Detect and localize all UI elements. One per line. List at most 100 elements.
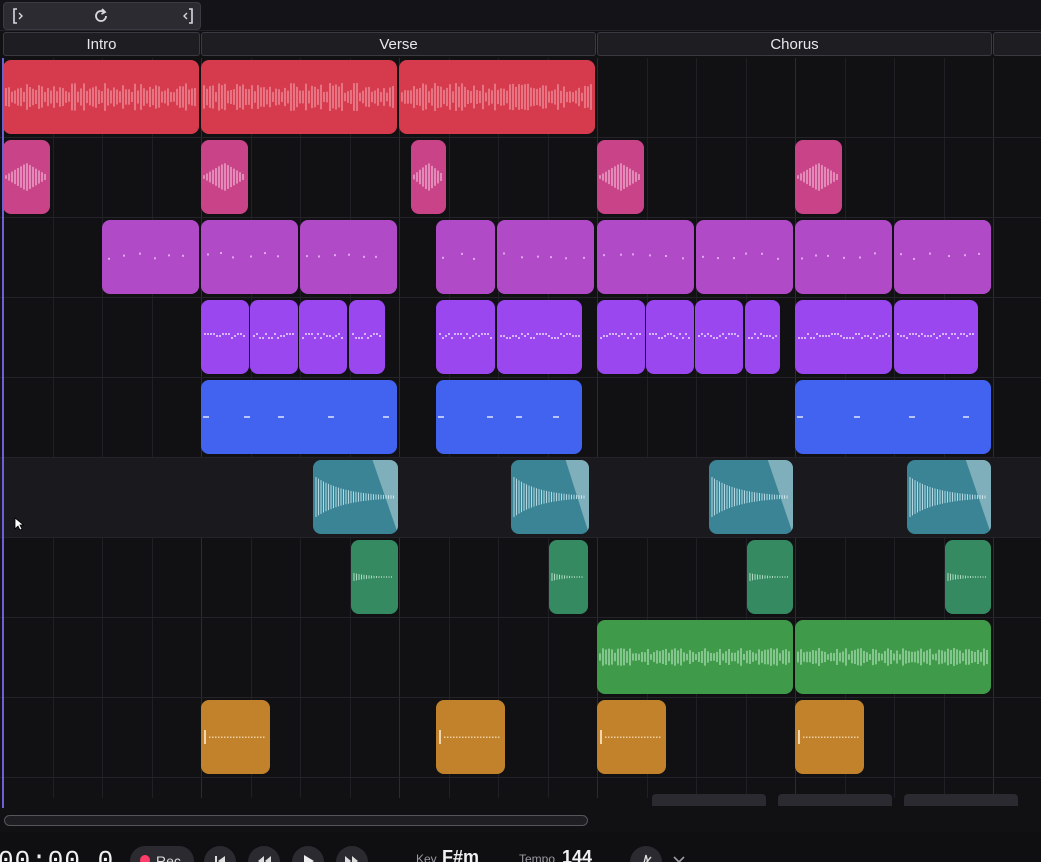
track-2-clip[interactable]	[597, 140, 644, 214]
daw-arrangement-view: Intro Verse Chorus 00:00.0 Rec Key F#m T…	[0, 0, 1041, 862]
lane-tab[interactable]	[652, 794, 766, 806]
track-5-clip[interactable]	[795, 380, 991, 454]
lane-tab[interactable]	[904, 794, 1018, 806]
lane-tab[interactable]	[778, 794, 892, 806]
track-4-clip[interactable]	[646, 300, 694, 374]
track-4-clip[interactable]	[497, 300, 582, 374]
track-5-clip[interactable]	[201, 380, 397, 454]
track-1-clip[interactable]	[201, 60, 397, 134]
track-lane[interactable]	[0, 698, 1041, 778]
track-9-clip[interactable]	[795, 700, 864, 774]
section-next[interactable]	[993, 32, 1041, 56]
record-button[interactable]: Rec	[130, 846, 194, 862]
track-2-clip[interactable]	[795, 140, 842, 214]
track-7-clip[interactable]	[549, 540, 588, 614]
waveform	[909, 460, 991, 534]
waveform	[599, 648, 790, 666]
track-2-clip[interactable]	[3, 140, 50, 214]
playhead[interactable]	[2, 58, 4, 808]
waveform	[438, 416, 559, 418]
waveform	[439, 730, 500, 744]
rewind-icon	[256, 854, 272, 862]
track-4-clip[interactable]	[894, 300, 978, 374]
track-7-clip[interactable]	[747, 540, 793, 614]
time-display: 00:00.0	[0, 846, 115, 862]
waveform	[253, 333, 294, 339]
waveform	[203, 83, 394, 111]
waveform	[503, 252, 585, 260]
loop-start-bracket-icon[interactable]	[10, 7, 28, 25]
track-9-clip[interactable]	[597, 700, 666, 774]
track-6-clip[interactable]	[511, 460, 589, 534]
track-6-clip[interactable]	[313, 460, 398, 534]
loop-bar[interactable]	[0, 0, 1041, 31]
waveform	[439, 333, 492, 339]
waveform	[207, 252, 279, 259]
waveform	[797, 163, 838, 191]
track-lanes[interactable]	[0, 58, 1041, 808]
waveform	[551, 573, 583, 581]
waveform	[442, 252, 475, 260]
track-2-clip[interactable]	[201, 140, 248, 214]
track-3-clip[interactable]	[300, 220, 397, 294]
waveform	[413, 163, 442, 191]
track-4-clip[interactable]	[349, 300, 385, 374]
track-3-clip[interactable]	[201, 220, 298, 294]
track-9-clip[interactable]	[436, 700, 505, 774]
track-1-clip[interactable]	[3, 60, 199, 134]
track-3-clip[interactable]	[894, 220, 991, 294]
track-8-clip[interactable]	[597, 620, 793, 694]
track-lane[interactable]	[0, 538, 1041, 618]
track-4-clip[interactable]	[299, 300, 347, 374]
track-3-clip[interactable]	[102, 220, 199, 294]
horizontal-scrollbar[interactable]	[4, 815, 588, 826]
waveform	[513, 460, 589, 534]
waveform	[401, 83, 592, 111]
track-3-clip[interactable]	[497, 220, 594, 294]
key-value[interactable]: F#m	[442, 847, 479, 862]
track-3-clip[interactable]	[696, 220, 793, 294]
track-5-clip[interactable]	[436, 380, 582, 454]
track-4-clip[interactable]	[795, 300, 892, 374]
track-lane[interactable]	[0, 138, 1041, 218]
section-intro[interactable]: Intro	[3, 32, 200, 56]
waveform	[302, 333, 343, 339]
waveform	[748, 333, 777, 339]
key-label: Key	[416, 852, 437, 862]
track-3-clip[interactable]	[436, 220, 495, 294]
section-verse[interactable]: Verse	[201, 32, 596, 56]
track-4-clip[interactable]	[201, 300, 249, 374]
track-4-clip[interactable]	[597, 300, 645, 374]
loop-end-bracket-icon[interactable]	[178, 7, 196, 25]
track-4-clip[interactable]	[695, 300, 743, 374]
track-4-clip[interactable]	[436, 300, 495, 374]
waveform	[900, 252, 980, 260]
track-9-clip[interactable]	[201, 700, 270, 774]
track-7-clip[interactable]	[351, 540, 398, 614]
chevron-down-icon[interactable]	[672, 852, 686, 862]
waveform	[711, 460, 793, 534]
waveform	[500, 333, 580, 339]
track-8-clip[interactable]	[795, 620, 991, 694]
track-7-clip[interactable]	[945, 540, 991, 614]
record-dot-icon	[140, 855, 150, 862]
track-1-clip[interactable]	[399, 60, 595, 134]
track-4-clip[interactable]	[745, 300, 780, 374]
waveform	[600, 730, 661, 744]
loop-toggle-icon[interactable]	[92, 7, 110, 25]
track-4-clip[interactable]	[250, 300, 298, 374]
track-6-clip[interactable]	[709, 460, 793, 534]
section-chorus[interactable]: Chorus	[597, 32, 992, 56]
track-6-clip[interactable]	[907, 460, 991, 534]
waveform	[801, 252, 876, 260]
waveform	[5, 83, 196, 111]
play-icon	[301, 854, 315, 862]
waveform	[5, 163, 46, 191]
track-2-clip[interactable]	[411, 140, 446, 214]
waveform	[947, 573, 986, 581]
tempo-value[interactable]: 144	[562, 847, 592, 862]
track-3-clip[interactable]	[795, 220, 892, 294]
waveform	[798, 730, 859, 744]
track-3-clip[interactable]	[597, 220, 694, 294]
loop-region[interactable]	[3, 2, 201, 30]
